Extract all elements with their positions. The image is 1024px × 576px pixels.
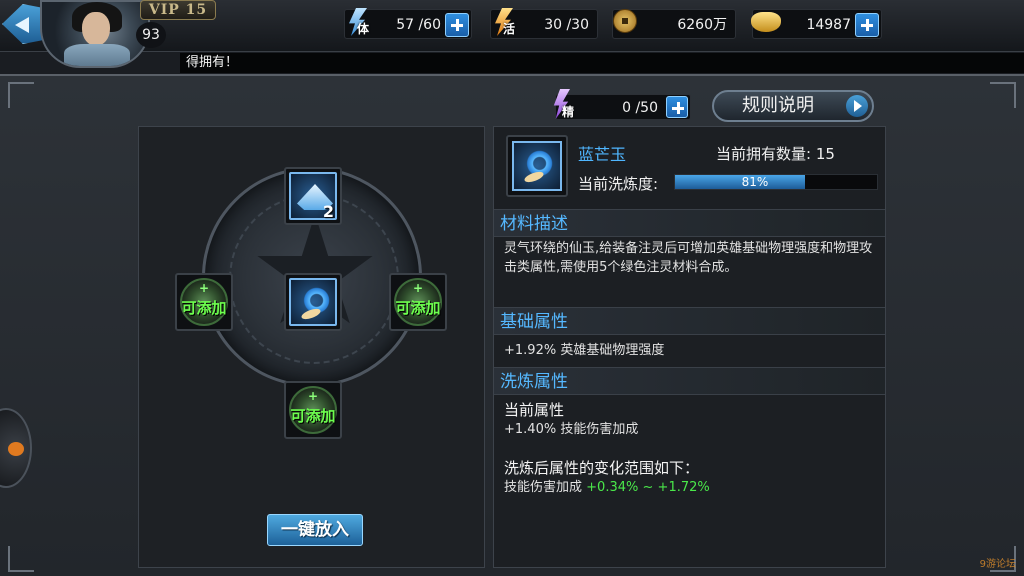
section-title: 材料描述 — [500, 214, 568, 234]
jade-icon — [522, 149, 554, 185]
range-title: 洗炼后属性的变化范围如下： — [504, 459, 700, 477]
refine-progress-bar: 81% — [674, 174, 878, 190]
range-line: 技能伤害加成 +0.34% ~ +1.72% — [504, 480, 710, 495]
refine-label: 当前洗炼度: — [578, 175, 659, 193]
vip-badge[interactable]: VIP 15 — [140, 0, 216, 20]
one-key-add-button[interactable]: 一键放入 — [267, 514, 363, 546]
copper-coin-icon — [609, 6, 641, 42]
section-material: 材料描述 — [494, 209, 885, 237]
material-slot-left[interactable]: + 可添加 — [175, 273, 233, 331]
top-bar: VIP 15 93 体 57 /60 活 30 /30 6260万 14987 — [0, 0, 1024, 68]
slot-count: 2 — [322, 202, 334, 221]
range-low: +0.34% — [586, 480, 639, 495]
section-base: 基础属性 — [494, 307, 885, 335]
ingots-value: 14987 — [806, 17, 851, 33]
section-refine: 洗炼属性 — [494, 367, 885, 395]
add-label: 可添加 — [181, 299, 227, 317]
ingots-plus-button[interactable] — [855, 13, 879, 37]
vigor-resource: 活 30 /30 — [487, 6, 598, 42]
current-attr-value: +1.40% 技能伤害加成 — [504, 422, 639, 437]
current-attr-title: 当前属性 — [504, 401, 565, 419]
essence-bolt-icon: 精 — [553, 89, 586, 121]
ingots-resource: 14987 — [749, 6, 882, 42]
material-slot-top[interactable]: 2 — [284, 167, 342, 225]
base-attribute: +1.92% 英雄基础物理强度 — [504, 343, 665, 358]
stamina-plus-button[interactable] — [445, 13, 469, 37]
jade-icon — [299, 286, 331, 322]
material-description: 灵气环绕的仙玉,给装备注灵后可增加英雄基础物理强度和物理攻击类属性,需使用5个绿… — [504, 241, 873, 275]
avatar[interactable] — [40, 0, 150, 68]
vigor-value: 30 /30 — [544, 17, 589, 33]
stamina-resource: 体 57 /60 — [341, 6, 472, 42]
rules-button[interactable]: 规则说明 — [712, 90, 874, 122]
essence-resource: 精 0 /50 — [553, 89, 691, 121]
stamina-bolt-icon: 体 — [341, 6, 373, 42]
essence-plus-button[interactable] — [666, 96, 688, 118]
section-title: 基础属性 — [500, 312, 568, 332]
range-high: +1.72% — [657, 480, 710, 495]
section-title: 洗炼属性 — [500, 372, 568, 392]
synthesis-panel: 2 + 可添加 + 可添加 + 可添加 一键放入 — [138, 126, 485, 568]
item-icon-box[interactable] — [506, 135, 568, 197]
coins-value: 6260万 — [677, 17, 727, 33]
side-menu-toggle[interactable] — [0, 408, 32, 488]
gold-ingot-icon — [749, 6, 781, 42]
announcement-ticker: 得拥有！ — [180, 53, 1024, 73]
arrow-right-icon — [846, 95, 868, 117]
stamina-value: 57 /60 — [396, 17, 441, 33]
ticker-text: 得拥有！ — [186, 55, 239, 70]
watermark-logo: 9游论坛 — [979, 559, 1016, 570]
coins-resource: 6260万 — [612, 9, 736, 39]
refine-progress-text: 81% — [741, 175, 769, 189]
add-label: 可添加 — [290, 407, 336, 425]
rules-button-label: 规则说明 — [742, 95, 814, 116]
item-name: 蓝芒玉 — [578, 145, 627, 164]
material-slot-right[interactable]: + 可添加 — [389, 273, 447, 331]
vigor-bolt-icon: 活 — [487, 6, 519, 42]
center-result-slot[interactable] — [284, 273, 342, 331]
item-detail-panel: 蓝芒玉 当前拥有数量: 15 当前洗炼度: 81% 材料描述 灵气环绕的仙玉,给… — [493, 126, 886, 568]
own-count: 当前拥有数量: 15 — [716, 145, 835, 163]
essence-value: 0 /50 — [622, 100, 658, 116]
material-slot-bottom[interactable]: + 可添加 — [284, 381, 342, 439]
add-label: 可添加 — [395, 299, 441, 317]
player-level: 93 — [136, 22, 166, 48]
